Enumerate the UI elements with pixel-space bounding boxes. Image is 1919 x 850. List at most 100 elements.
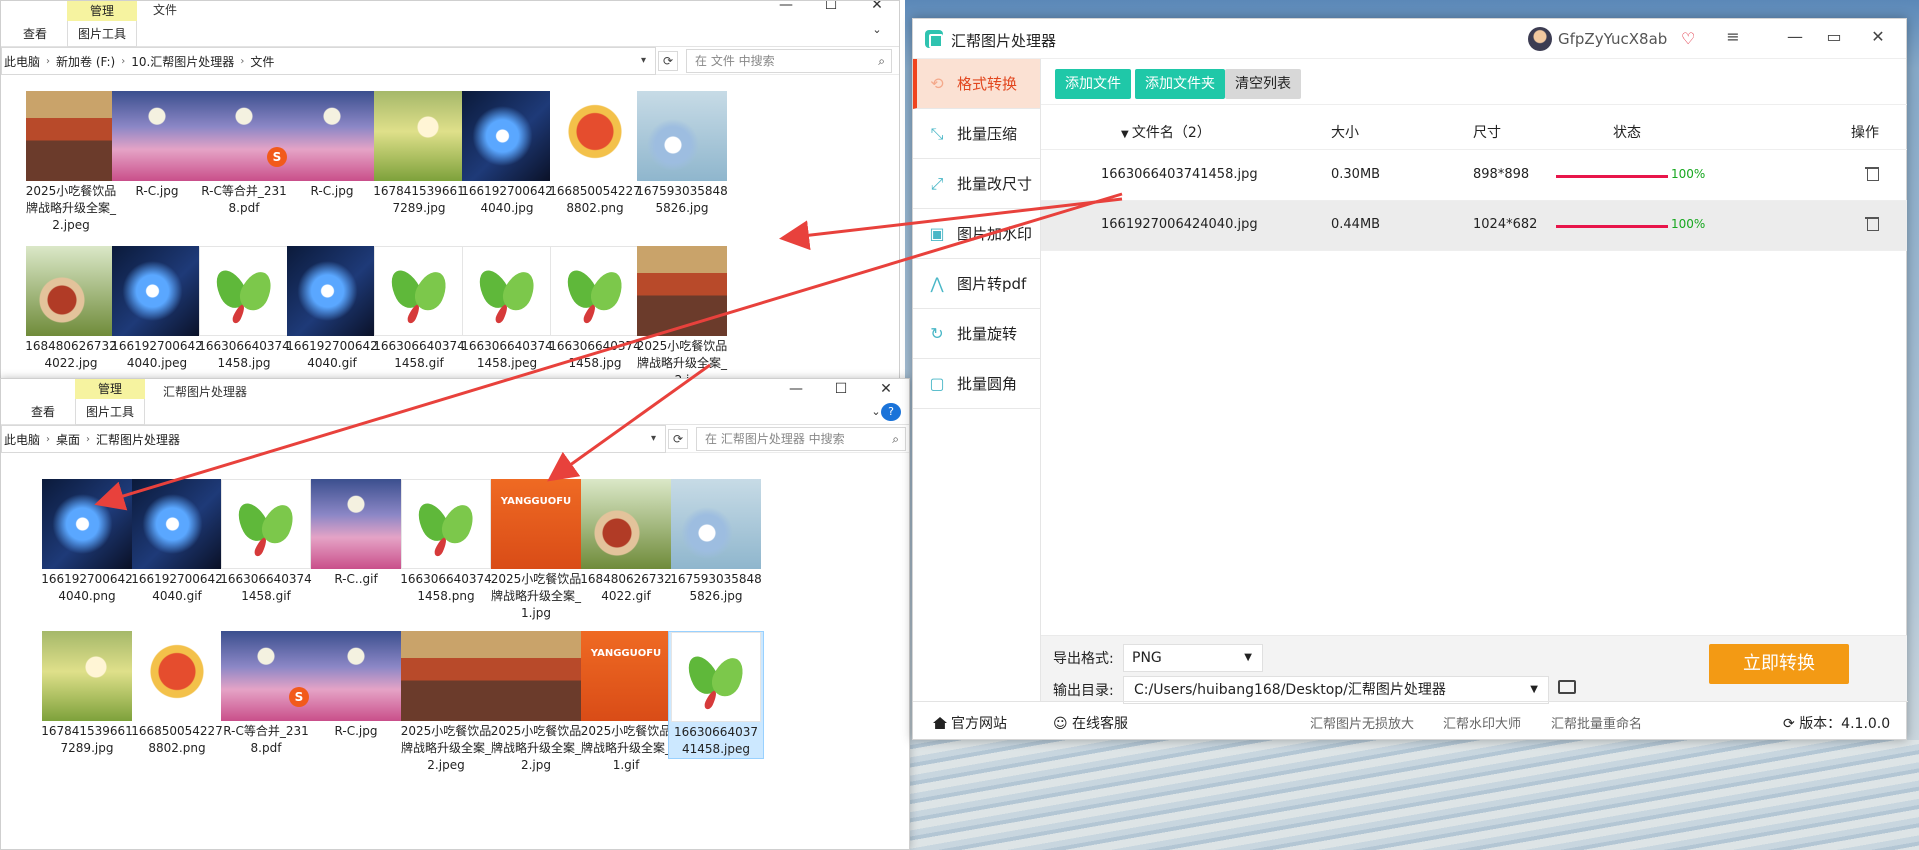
trash-icon[interactable]	[1865, 215, 1879, 231]
tab-picture-tools[interactable]: 图片工具	[75, 399, 145, 425]
minimize-button[interactable]: —	[776, 381, 816, 397]
online-support-link[interactable]: ☺ 在线客服	[1053, 713, 1128, 733]
search-icon: ⌕	[892, 432, 899, 446]
file-item[interactable]: 1684806267324022.gif	[578, 479, 674, 605]
file-item[interactable]: 1663066403741458.jpg	[547, 246, 643, 372]
tab-picture-tools[interactable]: 图片工具	[67, 21, 137, 47]
ribbon-expand-icon[interactable]: ⌄	[857, 23, 897, 36]
chevron-down-icon[interactable]: ▾	[641, 55, 646, 66]
search-input[interactable]: 在 汇帮图片处理器 中搜索 ⌕	[696, 427, 906, 451]
file-item[interactable]: R-C.jpg	[308, 631, 404, 740]
official-website-link[interactable]: 官方网站	[933, 713, 1007, 733]
file-item[interactable]: 1675930358485826.jpg	[668, 479, 764, 605]
export-format-select[interactable]: PNG ▼	[1123, 644, 1263, 672]
vip-heart-icon[interactable]: ♡	[1681, 29, 1695, 48]
file-item[interactable]: 1661927006424040.jpg	[459, 91, 555, 217]
sidebar-item-6[interactable]: ↻ 批量旋转	[913, 309, 1040, 359]
refresh-icon[interactable]: ⟳	[658, 51, 678, 71]
file-item[interactable]: 1675930358485826.jpg	[634, 91, 730, 217]
sidebar-item-2[interactable]: ⤡ 批量压缩	[913, 109, 1040, 159]
minimize-button[interactable]: —	[766, 1, 806, 13]
crumb-current[interactable]: 文件	[250, 53, 274, 70]
clear-list-button[interactable]: 清空列表	[1225, 69, 1301, 99]
file-item[interactable]: 2025小吃餐饮品牌战略升级全案_1.gif	[578, 631, 674, 774]
sidebar: ⟲ 格式转换 ⤡ 批量压缩 ⤢ 批量改尺寸 ▣ 图片加水印 ⋀ 图片转pdf ↻ 批量旋转 ▢ 批量圆角	[913, 59, 1041, 701]
file-thumbnail	[42, 479, 132, 569]
maximize-button[interactable]: ☐	[811, 1, 851, 13]
table-row[interactable]: 1661927006424040.jpg 0.44MB 1024*682 100%	[1041, 201, 1907, 251]
add-folder-button[interactable]: 添加文件夹	[1135, 69, 1225, 99]
add-file-button[interactable]: 添加文件	[1055, 69, 1131, 99]
crumb-current[interactable]: 汇帮图片处理器	[96, 431, 180, 448]
crumb-desktop[interactable]: 桌面	[56, 431, 80, 448]
menu-icon[interactable]: ≡	[1718, 27, 1748, 46]
chevron-down-icon[interactable]: ▾	[651, 433, 656, 444]
file-item[interactable]: 1668500542278802.png	[547, 91, 643, 217]
footer-link-watermark[interactable]: 汇帮水印大师	[1443, 713, 1521, 732]
folder-icon[interactable]	[1558, 680, 1576, 694]
sidebar-item-1[interactable]: ⟲ 格式转换	[913, 59, 1040, 109]
help-icon[interactable]: ?	[881, 403, 901, 421]
footer-link-upscale[interactable]: 汇帮图片无损放大	[1310, 713, 1414, 732]
close-button[interactable]: ✕	[857, 1, 897, 13]
refresh-icon[interactable]: ⟳	[668, 429, 688, 449]
file-item[interactable]: 2025小吃餐饮品牌战略升级全案_2.jpeg	[23, 91, 119, 234]
trash-icon[interactable]	[1865, 165, 1879, 181]
close-button[interactable]: ✕	[866, 381, 906, 397]
file-item[interactable]: 1661927006424040.jpeg	[109, 246, 205, 372]
file-item[interactable]: 2025小吃餐饮品牌战略升级全案_2.jpeg	[398, 631, 494, 774]
sidebar-item-4[interactable]: ▣ 图片加水印	[913, 209, 1040, 259]
col-name[interactable]: ▼ 文件名（2）	[1121, 122, 1211, 142]
table-row[interactable]: 1663066403741458.jpg 0.30MB 898*898 100%	[1041, 151, 1907, 201]
file-item[interactable]: 1663066403741458.jpeg	[459, 246, 555, 372]
sidebar-item-5[interactable]: ⋀ 图片转pdf	[913, 259, 1040, 309]
file-item[interactable]: S R-C等合并_2318.pdf	[196, 91, 292, 217]
file-item[interactable]: 1663066403741458.png	[398, 479, 494, 605]
file-item[interactable]: R-C.jpg	[284, 91, 380, 200]
file-item[interactable]: 2025小吃餐饮品牌战略升级全案_2.j	[634, 246, 730, 379]
sidebar-item-label: 批量压缩	[957, 125, 1018, 143]
file-item[interactable]: 1661927006424040.png	[39, 479, 135, 605]
sidebar-item-7[interactable]: ▢ 批量圆角	[913, 359, 1040, 409]
convert-now-button[interactable]: 立即转换	[1709, 644, 1849, 684]
file-name: 2025小吃餐饮品牌战略升级全案_1.gif	[580, 724, 672, 772]
sidebar-item-3[interactable]: ⤢ 批量改尺寸	[913, 159, 1040, 209]
file-item[interactable]: 1663066403741458.jpg	[196, 246, 292, 372]
username[interactable]: GfpZyYucX8ab	[1558, 30, 1667, 48]
crumb-this-pc[interactable]: 此电脑	[4, 53, 40, 70]
avatar[interactable]	[1528, 27, 1552, 51]
tab-view[interactable]: 查看	[23, 21, 47, 47]
breadcrumb[interactable]: 此电脑 › 新加卷 (F:) › 10.汇帮图片处理器 › 文件	[1, 47, 656, 75]
ctx-head-manage[interactable]: 管理	[75, 379, 145, 399]
output-dir-select[interactable]: C:/Users/huibang168/Desktop/汇帮图片处理器 ▼	[1123, 676, 1549, 704]
file-item[interactable]: 1678415396617289.jpg	[39, 631, 135, 757]
crumb-this-pc[interactable]: 此电脑	[4, 431, 40, 448]
minimize-button[interactable]: —	[1780, 27, 1810, 46]
file-thumbnail: S	[199, 91, 289, 181]
file-item[interactable]: R-C.jpg	[109, 91, 205, 200]
file-item[interactable]: 1663066403741458.jpeg	[668, 631, 764, 759]
file-item[interactable]: R-C..gif	[308, 479, 404, 588]
file-item[interactable]: 1684806267324022.jpg	[23, 246, 119, 372]
breadcrumb[interactable]: 此电脑 › 桌面 › 汇帮图片处理器	[1, 425, 666, 453]
pdf-icon: ⋀	[930, 274, 944, 293]
maximize-button[interactable]: ☐	[821, 381, 861, 397]
file-item[interactable]: 1661927006424040.gif	[129, 479, 225, 605]
tab-view[interactable]: 查看	[31, 399, 55, 425]
file-item[interactable]: 1661927006424040.gif	[284, 246, 380, 372]
file-item[interactable]: S R-C等合并_2318.pdf	[218, 631, 314, 757]
sidebar-item-label: 格式转换	[957, 75, 1018, 93]
footer-link-rename[interactable]: 汇帮批量重命名	[1551, 713, 1642, 732]
close-button[interactable]: ✕	[1863, 27, 1893, 46]
file-item[interactable]: 1663066403741458.gif	[371, 246, 467, 372]
file-item[interactable]: 1678415396617289.jpg	[371, 91, 467, 217]
file-item[interactable]: 2025小吃餐饮品牌战略升级全案_1.jpg	[488, 479, 584, 622]
crumb-drive[interactable]: 新加卷 (F:)	[56, 53, 115, 70]
file-item[interactable]: 1668500542278802.png	[129, 631, 225, 757]
crumb-folder[interactable]: 10.汇帮图片处理器	[131, 53, 234, 70]
search-input[interactable]: 在 文件 中搜索 ⌕	[686, 49, 892, 73]
maximize-button[interactable]: ▭	[1819, 27, 1849, 46]
file-item[interactable]: 1663066403741458.gif	[218, 479, 314, 605]
ctx-head-manage[interactable]: 管理	[67, 1, 137, 21]
file-item[interactable]: 2025小吃餐饮品牌战略升级全案_2.jpg	[488, 631, 584, 774]
